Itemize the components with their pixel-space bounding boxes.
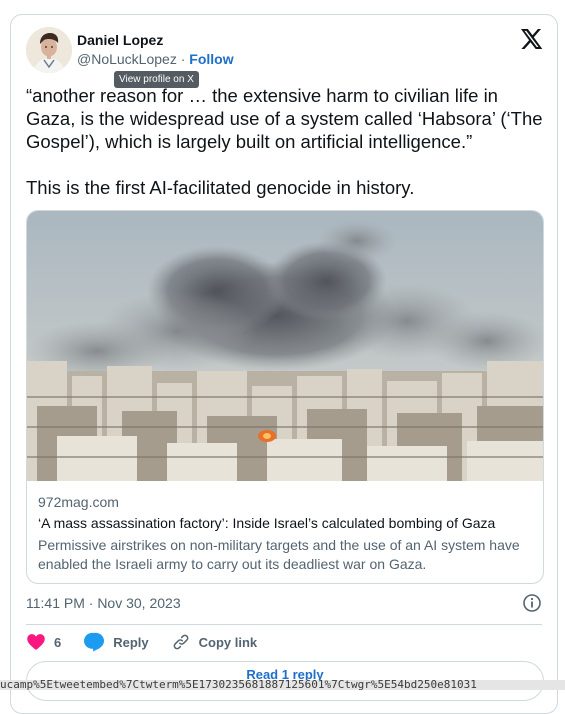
link-preview-card[interactable]: 972mag.com ‘A mass assassination factory…	[26, 210, 544, 584]
author-handle-row: @NoLuckLopez · Follow	[77, 51, 234, 67]
speech-bubble-icon	[84, 632, 105, 652]
info-icon[interactable]	[522, 593, 542, 613]
reply-button[interactable]: Reply	[83, 632, 149, 652]
like-count: 6	[54, 634, 62, 650]
copy-link-button[interactable]: Copy link	[171, 632, 258, 652]
follow-button[interactable]: Follow	[189, 51, 233, 67]
link-description: Permissive airstrikes on non-military ta…	[38, 537, 520, 572]
tweet-embed-card: Daniel Lopez @NoLuckLopez · Follow View …	[10, 14, 558, 714]
link-title: ‘A mass assassination factory’: Inside I…	[38, 515, 496, 531]
author-name[interactable]: Daniel Lopez	[77, 32, 163, 48]
link-icon	[173, 634, 189, 650]
tweet-paragraph-quote: “another reason for … the extensive harm…	[26, 85, 543, 152]
copy-link-label: Copy link	[198, 634, 258, 650]
like-button[interactable]: 6	[26, 632, 61, 652]
url-fragment: ucamp%5Etweetembed%7Ctwterm%5E1730235681…	[0, 680, 477, 690]
handle-separator: ·	[180, 51, 186, 67]
link-domain: 972mag.com	[38, 494, 119, 510]
author-handle[interactable]: @NoLuckLopez	[77, 51, 177, 67]
x-logo-icon[interactable]	[519, 27, 543, 51]
avatar-image	[26, 27, 72, 73]
url-text-strip: ucamp%5Etweetembed%7Ctwterm%5E1730235681…	[0, 680, 565, 690]
tweet-paragraph-comment: This is the first AI-facilitated genocid…	[26, 177, 415, 198]
action-bar: 6 Reply Copy link	[26, 631, 279, 653]
tweet-timestamp[interactable]: 11:41 PM · Nov 30, 2023	[26, 595, 181, 611]
tweet-text: “another reason for … the extensive harm…	[26, 84, 546, 199]
divider	[26, 624, 542, 625]
link-preview-image	[27, 211, 543, 481]
reply-label: Reply	[113, 634, 149, 650]
author-avatar[interactable]	[26, 27, 72, 73]
heart-icon	[27, 634, 45, 650]
